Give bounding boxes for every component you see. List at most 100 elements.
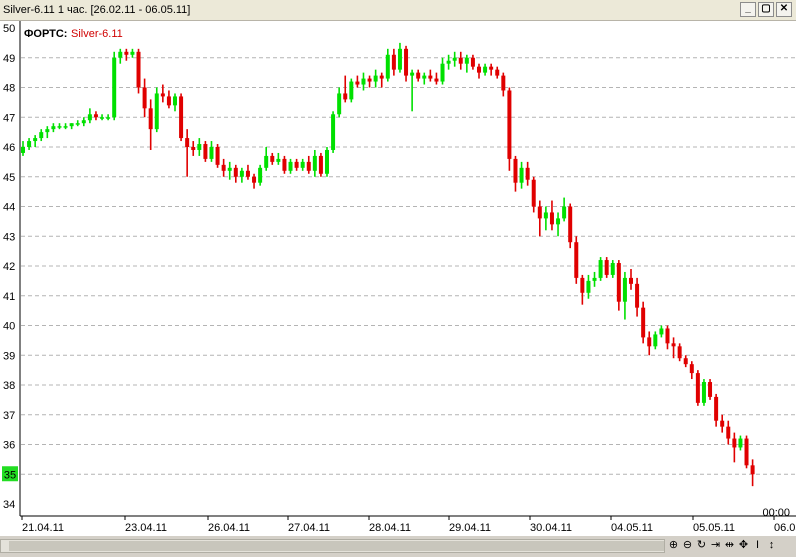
candle-body xyxy=(93,114,98,118)
candle-body xyxy=(233,167,238,177)
candle-body xyxy=(695,373,700,403)
window-controls: _ ▢ ✕ xyxy=(740,2,792,17)
x-date-label: 30.04.11 xyxy=(530,522,572,534)
window-titlebar: Silver-6.11 1 час. [26.02.11 - 06.05.11]… xyxy=(0,0,796,21)
y-tick-label: 45 xyxy=(3,172,15,184)
x-date-label: 27.04.11 xyxy=(288,522,330,534)
candle-body xyxy=(39,132,44,139)
maximize-button[interactable]: ▢ xyxy=(758,2,774,17)
cursor-icon[interactable]: I xyxy=(751,537,764,553)
x-date-label: 21.04.11 xyxy=(22,522,64,534)
candle-body xyxy=(325,149,329,174)
candle-body xyxy=(282,158,287,171)
minimize-button[interactable]: _ xyxy=(740,2,756,17)
candle-body xyxy=(100,117,105,119)
candle-body xyxy=(483,66,488,73)
candle-body xyxy=(750,465,755,475)
candle-body xyxy=(683,358,688,365)
candle-body xyxy=(622,277,627,302)
candle-body xyxy=(598,260,603,278)
candle-body xyxy=(726,426,731,439)
candle-body xyxy=(586,280,591,293)
candle-body xyxy=(513,158,518,183)
candle-body xyxy=(288,161,293,171)
candle-body xyxy=(87,114,92,121)
candle-body xyxy=(714,396,719,421)
candle-body xyxy=(708,382,713,397)
candle-body xyxy=(507,90,512,159)
candle-body xyxy=(45,129,50,133)
instrument-label: Silver-6.11 xyxy=(71,28,123,40)
candle-body xyxy=(470,57,475,67)
candle-body xyxy=(209,147,214,159)
candle-body xyxy=(33,138,38,142)
x-date-label: 05.05.11 xyxy=(693,522,735,534)
scrollbar-thumb[interactable] xyxy=(9,541,664,551)
y-tick-label: 39 xyxy=(3,350,15,362)
x-date-label: 29.04.11 xyxy=(449,522,491,534)
y-tick-label: 37 xyxy=(3,410,15,422)
candle-body xyxy=(677,346,682,359)
candle-body xyxy=(239,170,244,177)
candle-body xyxy=(191,147,196,150)
candle-body xyxy=(458,57,463,64)
shift-right-icon[interactable]: ⇥ xyxy=(709,537,722,553)
candlestick-chart[interactable]: 50 49 48 47 46 45 44 43 42 41 40 39 38 37 36 35 34 21.04… xyxy=(0,21,796,538)
zoom-in-icon[interactable]: ⊕ xyxy=(667,537,680,553)
candle-body xyxy=(416,72,421,79)
candle-body xyxy=(349,81,354,100)
candle-body xyxy=(385,54,390,79)
y-tick-label: 48 xyxy=(3,83,15,95)
candle-body xyxy=(179,96,184,139)
candle-body xyxy=(452,57,457,61)
chart-panel[interactable]: 50 49 48 47 46 45 44 43 42 41 40 39 38 37 36 35 34 21.04… xyxy=(0,21,796,538)
fit-icon[interactable]: ⇹ xyxy=(723,537,736,553)
y-tick-label: 41 xyxy=(3,291,15,303)
y-tick-label: 42 xyxy=(3,261,15,273)
candle-body xyxy=(410,72,415,76)
candle-body xyxy=(477,66,481,73)
chart-toolbar: ⊕ ⊖ ↻ ⇥ ⇹ ✥ I ↕ xyxy=(667,537,778,553)
y-tick-label: 36 xyxy=(3,440,15,452)
time-label: 00:00 xyxy=(762,507,790,519)
candle-body xyxy=(81,120,86,124)
candle-body xyxy=(665,328,670,344)
candle-body xyxy=(343,93,348,100)
y-tick-label: 46 xyxy=(3,142,15,154)
y-tick-label: 43 xyxy=(3,231,15,243)
y-tick-label: 34 xyxy=(3,499,15,511)
auto-scroll-icon[interactable]: ↻ xyxy=(695,537,708,553)
candle-body xyxy=(373,75,378,82)
candle-body xyxy=(397,48,402,70)
candle-body xyxy=(75,123,80,125)
candle-body xyxy=(738,438,743,448)
candle-body xyxy=(629,277,633,284)
candle-body xyxy=(391,54,396,70)
candle-body xyxy=(592,277,597,281)
chart-grid xyxy=(21,57,796,475)
candle-body xyxy=(361,78,366,85)
x-date-label: 23.04.11 xyxy=(125,522,167,534)
horizontal-scrollbar[interactable] xyxy=(0,539,665,553)
exchange-label: ФОРТС: xyxy=(24,28,67,40)
candle-body xyxy=(331,114,336,150)
candle-body xyxy=(404,48,409,76)
candle-body xyxy=(337,93,342,115)
close-button[interactable]: ✕ xyxy=(776,2,792,17)
move-icon[interactable]: ✥ xyxy=(737,537,750,553)
candle-body xyxy=(610,263,615,275)
candle-body xyxy=(252,176,257,183)
y-tick-label: 40 xyxy=(3,321,15,333)
candle-body xyxy=(300,161,305,168)
vertical-scale-icon[interactable]: ↕ xyxy=(765,537,778,553)
candle-body xyxy=(215,147,220,165)
candle-body xyxy=(166,96,171,106)
zoom-out-icon[interactable]: ⊖ xyxy=(681,537,694,553)
candle-body xyxy=(379,75,384,79)
candle-body xyxy=(580,277,585,293)
candle-body xyxy=(720,420,725,427)
candle-body xyxy=(635,283,640,308)
candle-body xyxy=(130,51,135,55)
candle-body xyxy=(549,212,554,225)
candle-body xyxy=(355,81,360,85)
